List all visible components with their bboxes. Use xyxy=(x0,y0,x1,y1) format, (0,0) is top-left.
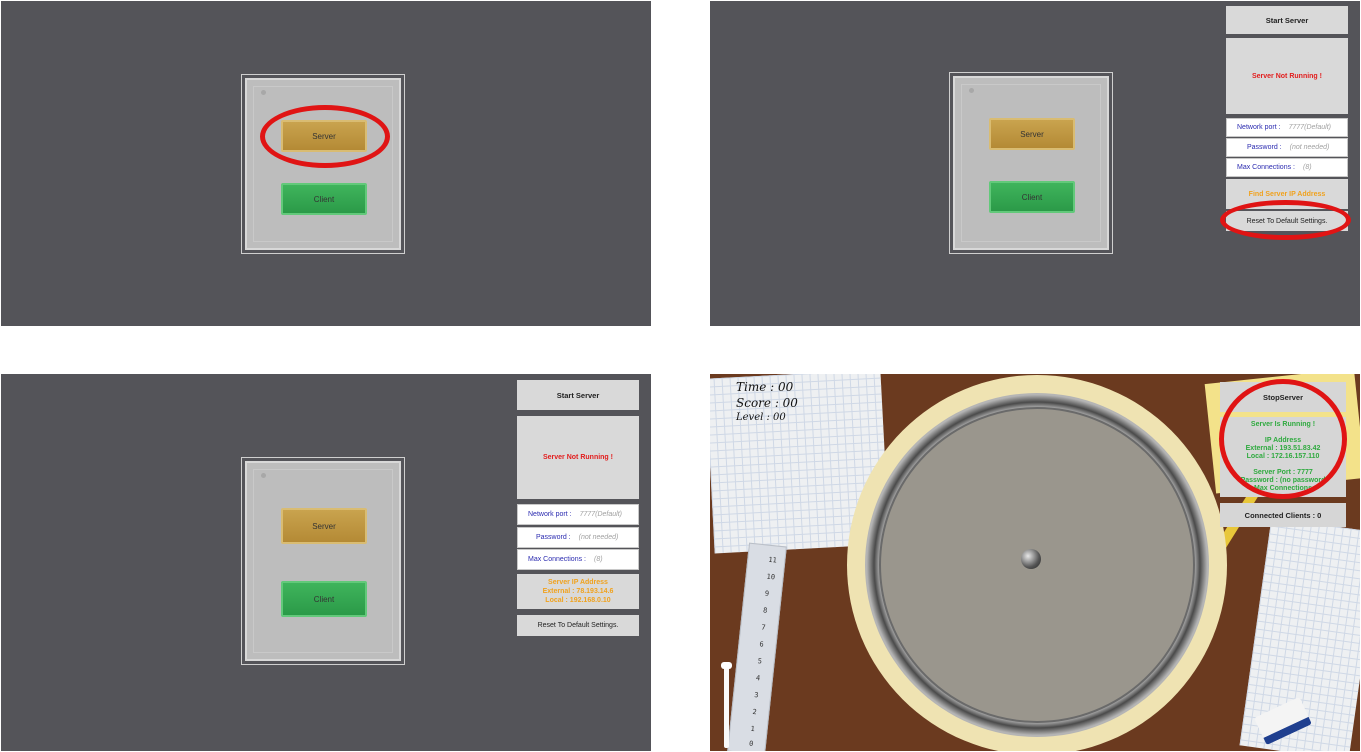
max-connections-field[interactable]: Max Connections : (8) xyxy=(517,549,639,570)
max-connections-field[interactable]: Max Connections : (8) xyxy=(1226,158,1348,177)
ruler-mark: 1 xyxy=(750,724,756,734)
card-dot xyxy=(261,90,266,95)
password-hint: (not needed) xyxy=(578,534,619,541)
server-status: Server Not Running ! xyxy=(1226,38,1348,114)
ip-local: Local : 192.168.0.10 xyxy=(545,597,611,604)
server-button[interactable]: Server xyxy=(281,508,367,544)
level-slider-handle[interactable] xyxy=(721,662,732,669)
level-slider-track[interactable] xyxy=(724,666,729,748)
find-ip-button[interactable]: Find Server IP Address xyxy=(1226,179,1348,209)
ip-external: External : 78.193.14.6 xyxy=(542,588,614,595)
client-button[interactable]: Client xyxy=(989,181,1075,213)
ruler: 11 10 9 8 7 6 5 4 3 2 1 0 xyxy=(727,542,787,751)
screenshot-game-running: Time : 00 Score : 00 Level : 00 11 10 9 … xyxy=(710,374,1360,751)
stop-server-button[interactable]: StopServer xyxy=(1220,382,1346,412)
start-server-button[interactable]: Start Server xyxy=(1226,6,1348,34)
screenshot-server-settings: Server Client Start Server Server Not Ru… xyxy=(710,1,1360,326)
reset-defaults-button[interactable]: Reset To Default Settings. xyxy=(1226,211,1348,231)
max-connections-hint: (8) xyxy=(593,556,603,563)
screenshot-main-menu: Server Client xyxy=(1,1,651,326)
network-port-hint: 7777(Default) xyxy=(579,511,622,518)
max-connections-label: Max Connections : xyxy=(528,556,586,563)
network-port-field[interactable]: Network port : 7777(Default) xyxy=(1226,118,1348,137)
network-port-field[interactable]: Network port : 7777(Default) xyxy=(517,504,639,525)
ruler-mark: 11 xyxy=(767,555,778,565)
level-readout: Level : 00 xyxy=(736,412,786,423)
ruler-mark: 3 xyxy=(753,690,759,700)
ip-title: Server IP Address xyxy=(548,579,608,586)
ruler-mark: 7 xyxy=(760,623,766,632)
ruler-mark: 6 xyxy=(759,640,765,649)
menu-card: Server Client xyxy=(953,76,1109,250)
server-ip-info: Server IP Address External : 78.193.14.6… xyxy=(517,574,639,609)
ball xyxy=(1021,549,1041,569)
menu-card: Server Client xyxy=(245,78,401,250)
game-board xyxy=(847,375,1227,751)
network-port-label: Network port : xyxy=(1237,124,1281,131)
menu-card: Server Client xyxy=(245,461,401,661)
start-server-button[interactable]: Start Server xyxy=(517,380,639,410)
screenshot-server-ip: Server Client Start Server Server Not Ru… xyxy=(1,374,651,751)
ruler-mark: 0 xyxy=(748,739,754,749)
ruler-mark: 4 xyxy=(755,674,761,683)
server-button[interactable]: Server xyxy=(281,120,367,152)
ruler-mark: 2 xyxy=(751,707,758,717)
ruler-mark: 5 xyxy=(757,657,763,666)
time-readout: Time : 00 xyxy=(736,380,794,394)
ip-external: External : 193.51.83.42 xyxy=(1245,445,1321,452)
client-button[interactable]: Client xyxy=(281,183,367,215)
server-max-connections: Max Connections xyxy=(1254,485,1312,492)
ruler-mark: 10 xyxy=(766,572,776,582)
max-connections-hint: (8) xyxy=(1302,164,1312,171)
card-dot xyxy=(969,88,974,93)
card-dot xyxy=(261,473,266,478)
score-readout: Score : 00 xyxy=(736,396,798,410)
reset-defaults-button[interactable]: Reset To Default Settings. xyxy=(517,615,639,636)
ruler-mark: 8 xyxy=(762,606,768,615)
network-port-label: Network port : xyxy=(528,511,572,518)
client-button[interactable]: Client xyxy=(281,581,367,617)
network-port-hint: 7777(Default) xyxy=(1288,124,1331,131)
server-button[interactable]: Server xyxy=(989,118,1075,150)
server-status: Server Is Running ! xyxy=(1250,421,1316,428)
board-rim xyxy=(865,393,1209,737)
ip-title: IP Address xyxy=(1264,437,1302,444)
server-port: Server Port : 7777 xyxy=(1253,469,1313,476)
connected-clients: Connected Clients : 0 xyxy=(1220,503,1346,527)
server-running-info: Server Is Running ! IP Address External … xyxy=(1220,417,1346,497)
password-label: Password : xyxy=(1247,144,1282,151)
ruler-mark: 9 xyxy=(764,589,770,598)
password-field[interactable]: Password : (not needed) xyxy=(517,527,639,548)
password-label: Password : xyxy=(536,534,571,541)
max-connections-label: Max Connections : xyxy=(1237,164,1295,171)
password-hint: (not needed) xyxy=(1289,144,1330,151)
server-password: Password : (no password xyxy=(1240,477,1326,484)
ip-local: Local : 172.16.157.110 xyxy=(1246,453,1320,460)
board-surface[interactable] xyxy=(879,407,1195,723)
server-status: Server Not Running ! xyxy=(517,416,639,499)
password-field[interactable]: Password : (not needed) xyxy=(1226,138,1348,157)
